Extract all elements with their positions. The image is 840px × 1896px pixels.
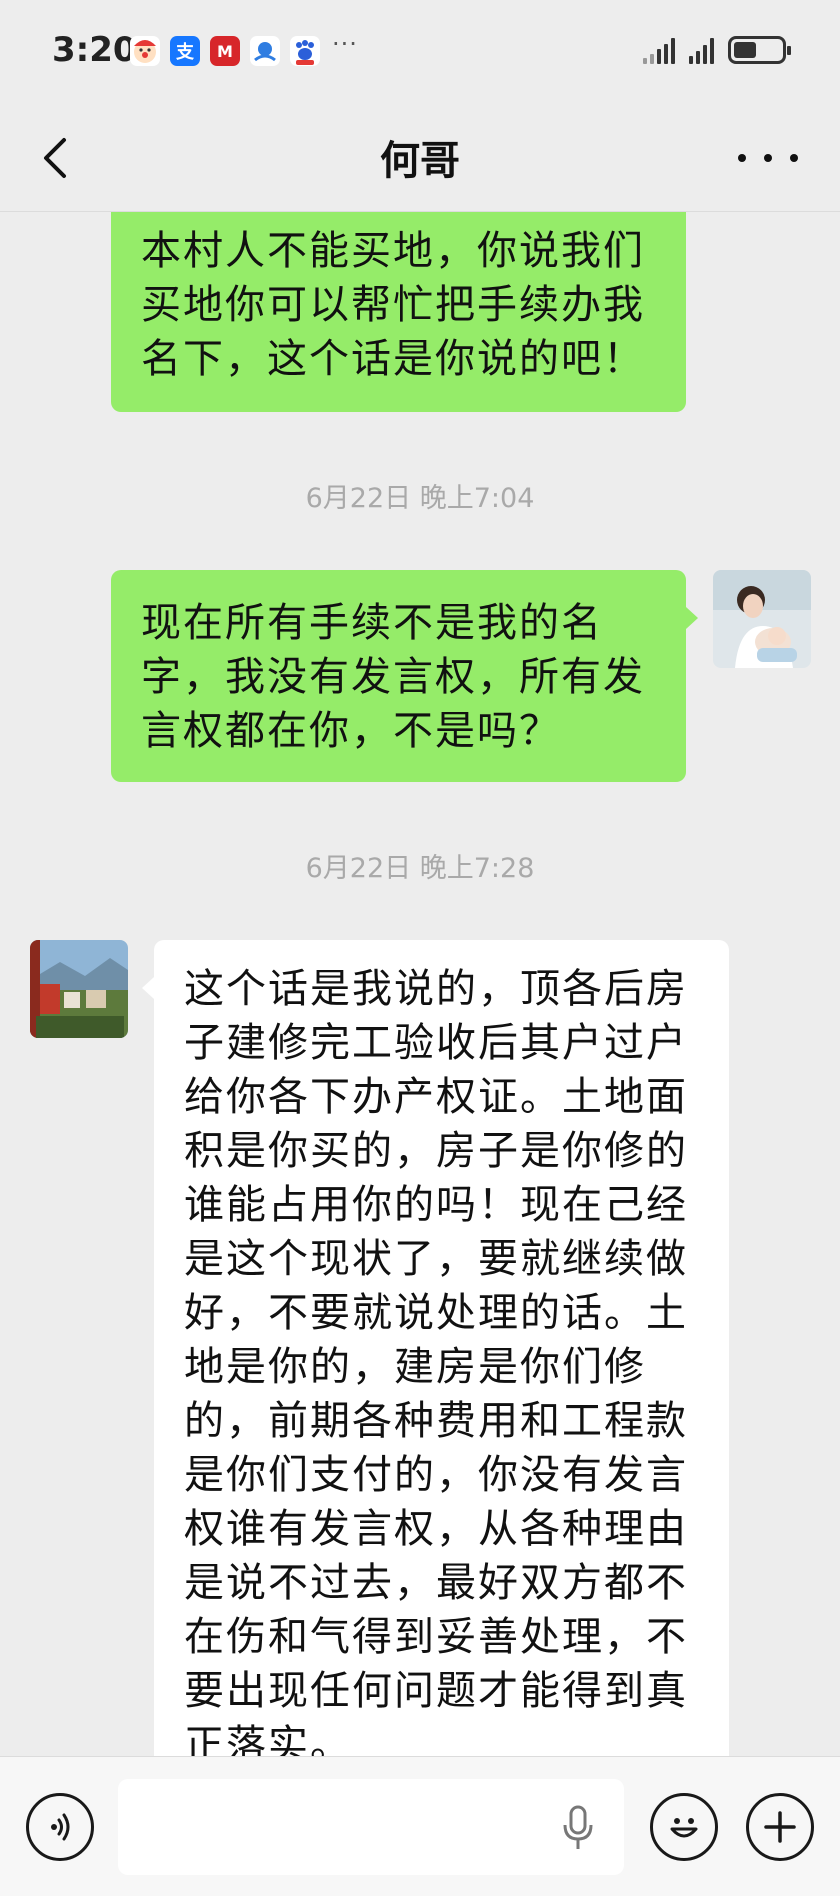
message-text: 现在所有手续不是我的名字，我没有发言权，所有发言权都在你，不是吗？: [141, 600, 645, 754]
signal-1-icon: [643, 36, 675, 64]
status-time: 3:20: [52, 30, 137, 70]
bubble-tail: [142, 977, 154, 999]
voice-waves-icon: [51, 1813, 70, 1841]
dot-icon: [738, 154, 746, 162]
alipay-icon: 支: [170, 36, 200, 66]
mother-baby-photo-icon: [713, 570, 811, 668]
dot-icon: [764, 154, 772, 162]
input-bar: [0, 1756, 840, 1896]
incoming-message[interactable]: 这个话是我说的，顶各后房子建修完工验收后其户过户给你各下办产权证。土地面积是你买…: [154, 940, 729, 1756]
emoji-button[interactable]: [650, 1793, 718, 1861]
baidu-icon: [290, 36, 320, 66]
smiley-face-icon: [670, 1818, 698, 1838]
status-indicators: [643, 36, 791, 64]
more-options-button[interactable]: [738, 140, 798, 176]
china-merchants-bank-icon: M: [210, 36, 240, 66]
microphone-icon[interactable]: [560, 1803, 596, 1853]
plus-icon: [764, 1811, 796, 1843]
bubble-tail: [686, 607, 698, 629]
notification-icons: 支 M: [130, 36, 320, 66]
my-avatar[interactable]: [713, 570, 811, 668]
status-bar: 3:20 支 M ···: [0, 0, 840, 104]
chat-title: 何哥: [380, 138, 460, 184]
landscape-photo-icon: [30, 940, 128, 1038]
message-timestamp: 6月22日 晚上7:28: [305, 853, 535, 884]
outgoing-message[interactable]: 现在所有手续不是我的名字，我没有发言权，所有发言权都在你，不是吗？: [111, 570, 686, 782]
battery-icon: [728, 36, 791, 64]
chat-messages[interactable]: 本村人不能买地，你说我们买地你可以帮忙把手续办我名下，这个话是你说的吧！ 6月2…: [0, 212, 840, 1756]
message-text: 这个话是我说的，顶各后房子建修完工验收后其户过户给你各下办产权证。土地面积是你买…: [184, 966, 688, 1756]
outgoing-message[interactable]: 本村人不能买地，你说我们买地你可以帮忙把手续办我名下，这个话是你说的吧！: [111, 212, 686, 412]
signal-2-icon: [689, 36, 714, 64]
clown-app-icon: [130, 36, 160, 66]
dot-icon: [790, 154, 798, 162]
message-timestamp: 6月22日 晚上7:04: [305, 483, 535, 514]
message-text: 本村人不能买地，你说我们买地你可以帮忙把手续办我名下，这个话是你说的吧！: [141, 228, 645, 382]
message-input[interactable]: [118, 1779, 624, 1875]
ctrip-icon: [250, 36, 280, 66]
voice-mode-button[interactable]: [26, 1793, 94, 1861]
contact-avatar[interactable]: [30, 940, 128, 1038]
more-notifications-icon: ···: [332, 30, 358, 58]
chat-header: 何哥: [0, 104, 840, 212]
more-functions-button[interactable]: [746, 1793, 814, 1861]
